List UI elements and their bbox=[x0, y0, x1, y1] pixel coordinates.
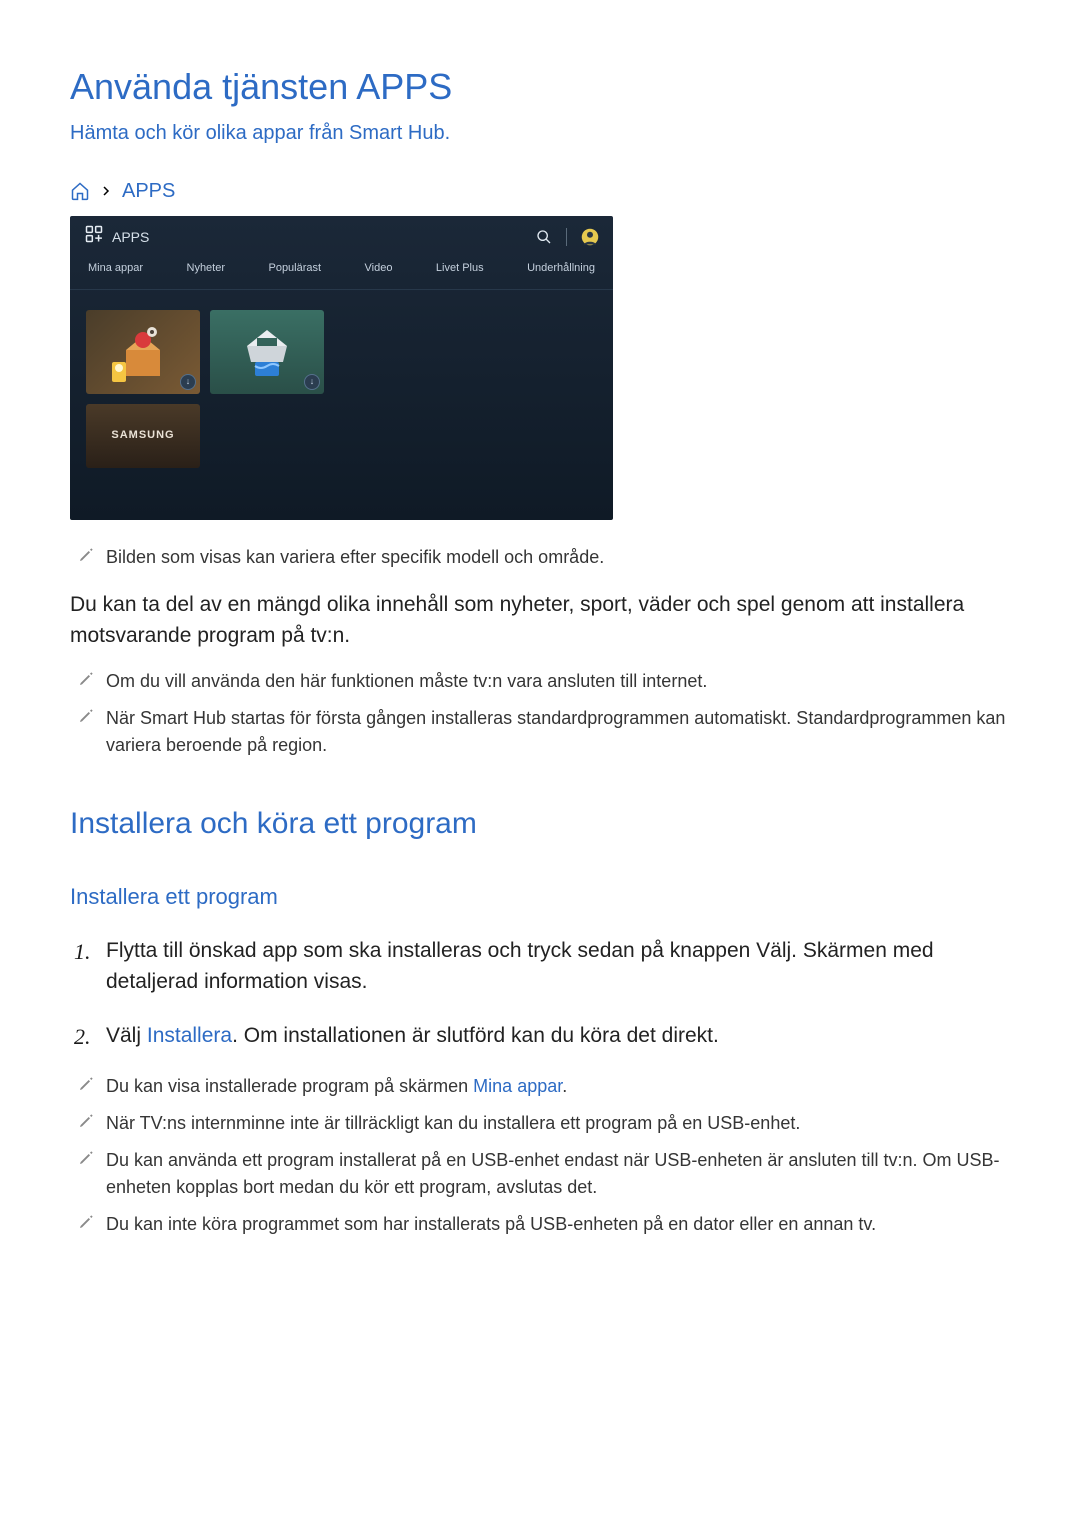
apps-header-label: APPS bbox=[112, 227, 149, 248]
step-item: Flytta till önskad app som ska installer… bbox=[70, 935, 1010, 998]
note-text: När TV:ns internminne inte är tillräckli… bbox=[106, 1113, 800, 1133]
note-item: När TV:ns internminne inte är tillräckli… bbox=[70, 1110, 1010, 1137]
step-text: Flytta till önskad app som ska installer… bbox=[106, 939, 934, 994]
pencil-icon bbox=[78, 1113, 94, 1129]
note-item: Du kan inte köra programmet som har inst… bbox=[70, 1211, 1010, 1238]
breadcrumb: APPS bbox=[70, 176, 1010, 206]
note-text: Bilden som visas kan variera efter speci… bbox=[106, 547, 604, 567]
body-paragraph: Du kan ta del av en mängd olika innehåll… bbox=[70, 589, 1010, 652]
note-text: När Smart Hub startas för första gången … bbox=[106, 708, 1005, 755]
pencil-icon bbox=[78, 547, 94, 563]
note-item: Om du vill använda den här funktionen må… bbox=[70, 668, 1010, 695]
app-tile[interactable]: ↓ bbox=[86, 310, 200, 394]
note-item: Du kan visa installerade program på skär… bbox=[70, 1073, 1010, 1100]
tab-life[interactable]: Livet Plus bbox=[436, 260, 484, 277]
note-text: Om du vill använda den här funktionen må… bbox=[106, 671, 707, 691]
pencil-icon bbox=[78, 671, 94, 687]
pencil-icon bbox=[78, 708, 94, 724]
tab-popular[interactable]: Populärast bbox=[268, 260, 321, 277]
step-item: Välj Installera. Om installationen är sl… bbox=[70, 1020, 1010, 1052]
download-badge-icon: ↓ bbox=[180, 374, 196, 390]
tab-news[interactable]: Nyheter bbox=[187, 260, 226, 277]
breadcrumb-label: APPS bbox=[122, 176, 175, 206]
page-title: Använda tjänsten APPS bbox=[70, 60, 1010, 114]
note-item: Du kan använda ett program installerat p… bbox=[70, 1147, 1010, 1201]
inline-link: Mina appar bbox=[473, 1076, 562, 1096]
step-text: . Om installationen är slutförd kan du k… bbox=[232, 1024, 719, 1047]
home-icon bbox=[70, 181, 90, 201]
divider bbox=[566, 228, 567, 246]
section-heading: Installera och köra ett program bbox=[70, 801, 1010, 846]
step-text: Välj bbox=[106, 1024, 147, 1047]
download-badge-icon: ↓ bbox=[304, 374, 320, 390]
apps-icon bbox=[84, 224, 104, 250]
apps-screenshot: APPS Mina appar Nyheter Populärast Video… bbox=[70, 216, 613, 520]
pencil-icon bbox=[78, 1214, 94, 1230]
steps-list: Flytta till önskad app som ska installer… bbox=[70, 935, 1010, 1052]
note-text: Du kan visa installerade program på skär… bbox=[106, 1076, 473, 1096]
search-icon[interactable] bbox=[536, 229, 552, 245]
apps-tabs: Mina appar Nyheter Populärast Video Live… bbox=[70, 256, 613, 290]
user-icon[interactable] bbox=[581, 228, 599, 246]
inline-link: Installera bbox=[147, 1024, 232, 1047]
note-item: När Smart Hub startas för första gången … bbox=[70, 705, 1010, 759]
note-text: . bbox=[562, 1076, 567, 1096]
pencil-icon bbox=[78, 1150, 94, 1166]
tab-video[interactable]: Video bbox=[365, 260, 393, 277]
page-subtitle: Hämta och kör olika appar från Smart Hub… bbox=[70, 118, 1010, 148]
chevron-right-icon bbox=[100, 178, 112, 205]
note-item: Bilden som visas kan variera efter speci… bbox=[70, 544, 1010, 571]
note-text: Du kan inte köra programmet som har inst… bbox=[106, 1214, 876, 1234]
app-tile-samsung[interactable]: SAMSUNG bbox=[86, 404, 200, 468]
tab-my-apps[interactable]: Mina appar bbox=[88, 260, 143, 277]
subsection-heading: Installera ett program bbox=[70, 880, 1010, 913]
app-tile[interactable]: ↓ bbox=[210, 310, 324, 394]
tab-entertainment[interactable]: Underhållning bbox=[527, 260, 595, 277]
pencil-icon bbox=[78, 1076, 94, 1092]
note-text: Du kan använda ett program installerat p… bbox=[106, 1150, 999, 1197]
